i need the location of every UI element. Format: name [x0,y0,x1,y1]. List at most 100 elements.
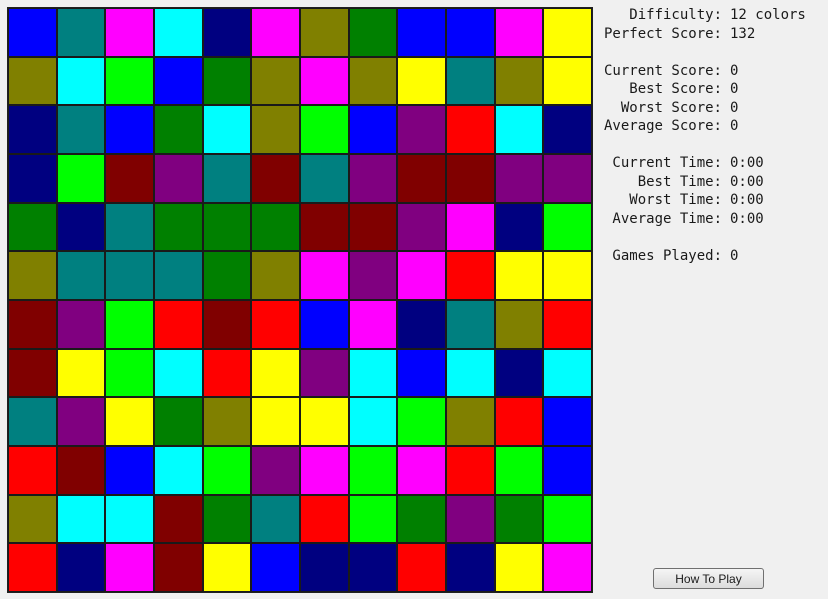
board-cell[interactable] [348,397,398,446]
board-cell[interactable] [56,348,106,398]
board-cell[interactable] [446,105,495,154]
board-cell[interactable] [348,446,398,495]
board-cell[interactable] [56,543,106,592]
board-cell[interactable] [251,105,300,154]
board-cell[interactable] [154,251,203,300]
board-cell[interactable] [56,154,106,203]
board-cell[interactable] [446,251,495,300]
board-cell[interactable] [446,56,495,106]
board-cell[interactable] [251,56,300,106]
board-cell[interactable] [56,8,106,57]
board-cell[interactable] [105,300,154,349]
board-cell[interactable] [494,446,544,495]
board-cell[interactable] [154,105,203,154]
board-cell[interactable] [300,202,349,252]
board-cell[interactable] [105,56,154,106]
board-cell[interactable] [8,251,57,300]
board-cell[interactable] [446,543,495,592]
board-cell[interactable] [300,300,349,349]
board-cell[interactable] [154,56,203,106]
board-cell[interactable] [105,105,154,154]
board-cell[interactable] [8,202,57,252]
board-cell[interactable] [446,348,495,398]
board-cell[interactable] [154,397,203,446]
board-cell[interactable] [202,300,252,349]
board-cell[interactable] [300,8,349,57]
board-cell[interactable] [8,397,57,446]
board-cell[interactable] [105,543,154,592]
board-cell[interactable] [494,543,544,592]
board-cell[interactable] [105,348,154,398]
board-cell[interactable] [202,446,252,495]
board-cell[interactable] [543,348,592,398]
board-cell[interactable] [56,56,106,106]
board-cell[interactable] [348,543,398,592]
board-cell[interactable] [56,105,106,154]
board-cell[interactable] [8,446,57,495]
board-cell[interactable] [494,56,544,106]
board-cell[interactable] [348,8,398,57]
board-cell[interactable] [105,397,154,446]
board-cell[interactable] [397,446,446,495]
board-cell[interactable] [348,494,398,544]
board-cell[interactable] [543,56,592,106]
how-to-play-button[interactable]: How To Play [653,568,764,589]
board-cell[interactable] [494,494,544,544]
board-cell[interactable] [543,251,592,300]
board-cell[interactable] [8,8,57,57]
board-cell[interactable] [8,348,57,398]
board-cell[interactable] [397,56,446,106]
board-cell[interactable] [494,397,544,446]
board-cell[interactable] [446,446,495,495]
board-cell[interactable] [446,202,495,252]
board-cell[interactable] [300,494,349,544]
board-cell[interactable] [446,494,495,544]
board-cell[interactable] [494,348,544,398]
board-cell[interactable] [251,543,300,592]
board-cell[interactable] [105,251,154,300]
board-cell[interactable] [8,105,57,154]
board-cell[interactable] [543,543,592,592]
board-cell[interactable] [397,348,446,398]
board-cell[interactable] [397,8,446,57]
board-cell[interactable] [8,543,57,592]
board-cell[interactable] [56,494,106,544]
board-cell[interactable] [154,348,203,398]
board-cell[interactable] [251,251,300,300]
board-cell[interactable] [105,154,154,203]
board-cell[interactable] [348,105,398,154]
board-cell[interactable] [494,251,544,300]
board-cell[interactable] [8,154,57,203]
board-cell[interactable] [397,154,446,203]
board-cell[interactable] [348,202,398,252]
board-cell[interactable] [8,494,57,544]
board-cell[interactable] [446,300,495,349]
board-cell[interactable] [348,251,398,300]
board-cell[interactable] [202,56,252,106]
board-cell[interactable] [543,154,592,203]
board-cell[interactable] [397,105,446,154]
board-cell[interactable] [202,105,252,154]
board-cell[interactable] [397,300,446,349]
board-cell[interactable] [397,202,446,252]
board-cell[interactable] [348,154,398,203]
board-cell[interactable] [8,56,57,106]
board-cell[interactable] [543,397,592,446]
board-cell[interactable] [494,8,544,57]
board-cell[interactable] [300,105,349,154]
board-cell[interactable] [202,202,252,252]
board-cell[interactable] [56,446,106,495]
board-cell[interactable] [251,154,300,203]
board-cell[interactable] [154,154,203,203]
board-cell[interactable] [154,8,203,57]
board-cell[interactable] [300,56,349,106]
board-cell[interactable] [494,202,544,252]
board-cell[interactable] [348,300,398,349]
board-cell[interactable] [154,494,203,544]
board-cell[interactable] [202,397,252,446]
board-cell[interactable] [56,202,106,252]
board-cell[interactable] [105,8,154,57]
board-cell[interactable] [300,446,349,495]
board-cell[interactable] [446,397,495,446]
board-cell[interactable] [202,251,252,300]
